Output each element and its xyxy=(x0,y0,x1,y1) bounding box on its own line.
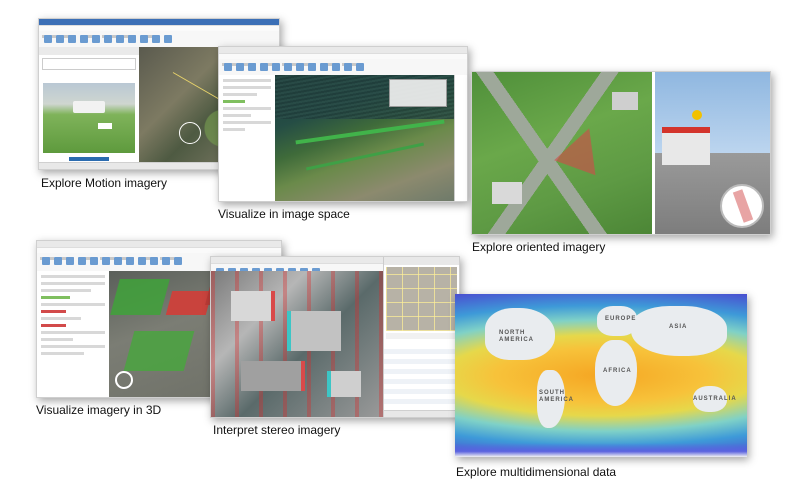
caption-oriented: Explore oriented imagery xyxy=(472,240,606,254)
ribbon xyxy=(39,19,279,48)
caption-stereo: Interpret stereo imagery xyxy=(213,423,341,437)
overview-inset[interactable] xyxy=(720,184,764,228)
overview-map[interactable] xyxy=(386,267,457,331)
ribbon xyxy=(219,47,467,76)
continent-asia xyxy=(631,306,727,356)
contents-pane xyxy=(37,271,110,397)
label-africa: AFRICA xyxy=(603,368,632,374)
camera-cone-icon xyxy=(554,120,610,176)
video-frame[interactable] xyxy=(43,83,135,153)
attribute-table[interactable] xyxy=(384,347,459,409)
stereo-view[interactable] xyxy=(211,271,383,417)
caption-multidimensional: Explore multidimensional data xyxy=(456,465,617,479)
video-player-panel xyxy=(39,47,140,163)
oriented-photo-view[interactable] xyxy=(652,72,770,234)
label-north-america: NORTH AMERICA xyxy=(499,330,534,343)
label-south-america: SOUTH AMERICA xyxy=(539,390,574,403)
stereo-imagery-window xyxy=(210,256,460,418)
oriented-imagery-window xyxy=(471,71,771,235)
contents-pane xyxy=(219,75,276,201)
image-space-view[interactable] xyxy=(275,75,455,201)
caption-motion: Explore Motion imagery xyxy=(41,176,168,190)
label-asia: ASIA xyxy=(669,324,688,330)
caption-image-space: Visualize in image space xyxy=(218,207,350,221)
table-panel[interactable] xyxy=(383,257,459,417)
caption-imagery-3d: Visualize imagery in 3D xyxy=(36,403,162,417)
label-australia: AUSTRALIA xyxy=(693,396,737,402)
multidimensional-map[interactable]: NORTH AMERICA EUROPE ASIA AFRICA SOUTH A… xyxy=(455,294,747,457)
oriented-map-view[interactable] xyxy=(472,72,652,234)
image-space-window xyxy=(218,46,468,202)
label-europe: EUROPE xyxy=(605,316,637,322)
video-player-icon[interactable] xyxy=(69,157,109,161)
